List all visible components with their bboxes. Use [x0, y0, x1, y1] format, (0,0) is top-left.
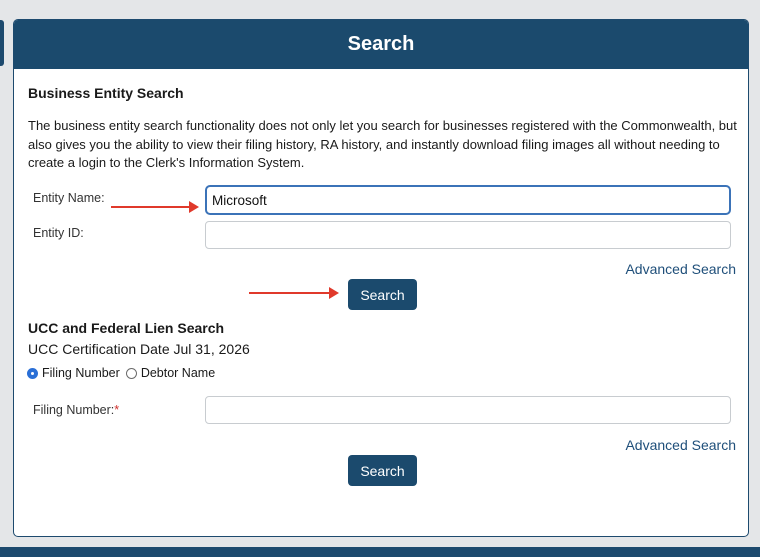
- annotation-arrow-search-button: [249, 287, 339, 299]
- ucc-search-button[interactable]: Search: [348, 455, 417, 486]
- entity-name-label: Entity Name:: [33, 191, 105, 205]
- filing-number-label: Filing Number:*: [33, 403, 119, 417]
- filing-number-radio[interactable]: [27, 367, 38, 379]
- entity-id-label: Entity ID:: [33, 226, 84, 240]
- ucc-advanced-search-link[interactable]: Advanced Search: [625, 437, 736, 453]
- ucc-lien-search-title: UCC and Federal Lien Search: [28, 320, 225, 336]
- ucc-certification-date: UCC Certification Date Jul 31, 2026: [28, 341, 250, 357]
- panel-title: Search: [347, 33, 415, 55]
- debtor-name-radio[interactable]: [125, 367, 137, 379]
- adjacent-panel-edge: [0, 20, 4, 66]
- footer-strip: [0, 547, 760, 557]
- panel-header: Search: [14, 20, 748, 69]
- entity-name-input[interactable]: [205, 185, 731, 215]
- ucc-search-type-radios: Filing Number Debtor Name: [27, 366, 221, 380]
- filing-number-input[interactable]: [205, 396, 731, 424]
- filing-number-radio-label[interactable]: Filing Number: [42, 366, 120, 380]
- search-panel: Search Business Entity Search The busine…: [13, 19, 749, 537]
- business-entity-description: The business entity search functionality…: [28, 118, 737, 170]
- debtor-name-radio-label[interactable]: Debtor Name: [141, 366, 215, 380]
- annotation-arrow-entity-name: [111, 201, 199, 213]
- filing-number-label-text: Filing Number:: [33, 403, 115, 417]
- required-marker: *: [114, 403, 120, 417]
- business-search-button[interactable]: Search: [348, 279, 417, 310]
- business-advanced-search-link[interactable]: Advanced Search: [625, 261, 736, 277]
- business-entity-search-title: Business Entity Search: [28, 85, 184, 101]
- entity-id-input[interactable]: [205, 221, 731, 249]
